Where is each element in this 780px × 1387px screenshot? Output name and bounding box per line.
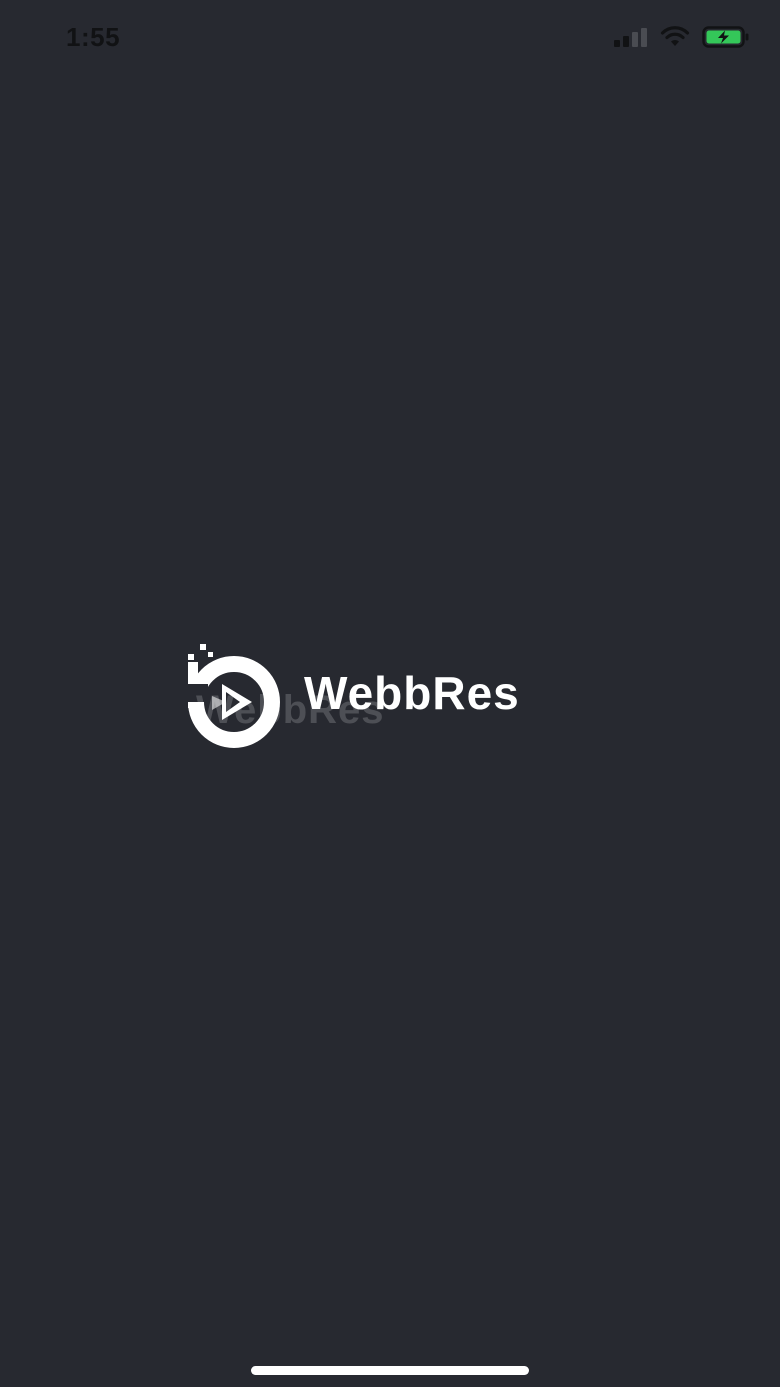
- battery-charging-icon: [702, 26, 750, 48]
- home-indicator[interactable]: [251, 1366, 529, 1375]
- splash-logo: WebbRes WebbRes: [182, 640, 602, 750]
- cellular-signal-icon: [614, 27, 648, 47]
- splash-screen: 1:55 WebbRes WebbRes: [0, 0, 780, 1387]
- status-bar: 1:55: [0, 0, 780, 80]
- brand-name: WebbRes: [304, 667, 520, 719]
- status-icons: [614, 26, 750, 48]
- status-time: 1:55: [66, 22, 121, 52]
- wifi-icon: [660, 26, 690, 48]
